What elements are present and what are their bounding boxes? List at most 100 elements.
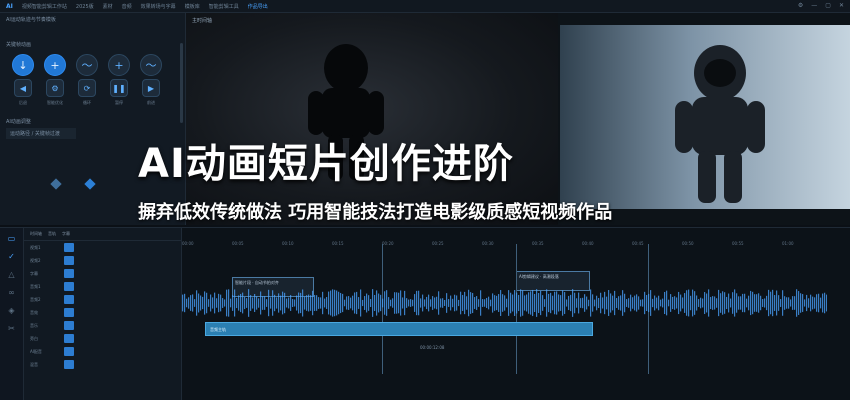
- audio-waveform[interactable]: [182, 285, 827, 321]
- waveform-bar: [336, 290, 338, 316]
- keyframe-marker[interactable]: [50, 178, 62, 190]
- menu-tab-ai-tools[interactable]: 智能剪辑工具: [209, 3, 239, 10]
- track-row[interactable]: 混音: [24, 358, 181, 371]
- waveform-bar: [688, 289, 690, 317]
- waveform-bar: [350, 297, 352, 309]
- track-swatch[interactable]: [64, 347, 74, 356]
- panel-section-title: AI动画调整: [6, 119, 31, 125]
- panel-scrollbar[interactable]: [180, 43, 183, 123]
- rewind-icon[interactable]: ◀: [14, 79, 32, 97]
- waveform-bar: [652, 298, 654, 308]
- plus-icon[interactable]: +: [108, 54, 130, 76]
- cut-icon[interactable]: ✂: [8, 324, 15, 333]
- waveform-bar: [288, 297, 290, 309]
- settings-icon[interactable]: ⚙: [46, 79, 64, 97]
- track-swatch[interactable]: [64, 321, 74, 330]
- forward-icon[interactable]: ▶: [142, 79, 160, 97]
- waveform-bar: [478, 299, 480, 307]
- download-icon[interactable]: ↓: [12, 54, 34, 76]
- plus-icon[interactable]: +: [44, 54, 66, 76]
- triangle-icon[interactable]: △: [8, 270, 14, 279]
- waveform-bar: [588, 299, 590, 307]
- track-swatch[interactable]: [64, 295, 74, 304]
- check-icon[interactable]: ✓: [8, 252, 15, 261]
- track-row[interactable]: 视频1: [24, 241, 181, 254]
- waveform-bar: [732, 292, 734, 314]
- label-pause: 暂停: [115, 100, 123, 105]
- pause-icon[interactable]: ❚❚: [110, 79, 128, 97]
- waveform-bar: [744, 293, 746, 313]
- track-swatch[interactable]: [64, 256, 74, 265]
- pointer-icon[interactable]: ▭: [8, 234, 16, 243]
- menu-tab-audio[interactable]: 音频: [122, 3, 132, 10]
- track-row[interactable]: 字幕: [24, 267, 181, 280]
- waveform-bar: [252, 297, 254, 309]
- waveform-bar: [446, 293, 448, 313]
- track-header-label[interactable]: 音轨: [48, 231, 56, 237]
- waveform-bar: [724, 292, 726, 314]
- track-name: 音效: [30, 309, 38, 315]
- track-name: 混音: [30, 361, 38, 367]
- settings-icon[interactable]: ⚙: [798, 2, 803, 9]
- marker-icon[interactable]: ◈: [8, 306, 14, 315]
- track-row[interactable]: 旁白: [24, 332, 181, 345]
- waveform-bar: [494, 295, 496, 311]
- track-swatch[interactable]: [64, 308, 74, 317]
- waveform-bar: [334, 289, 336, 317]
- waveform-bar: [262, 296, 264, 310]
- maximize-icon[interactable]: ▢: [825, 2, 831, 9]
- motion-dropdown[interactable]: 运动路径 / 关键帧过渡: [6, 128, 76, 139]
- waveform-bar: [410, 299, 412, 307]
- waveform-bar: [370, 299, 372, 307]
- waveform-bar: [382, 298, 384, 308]
- waveform-bar: [326, 297, 328, 309]
- waveform-bar: [606, 296, 608, 310]
- waveform-bar: [820, 297, 822, 309]
- waveform-bar: [258, 298, 260, 308]
- timeline-ruler[interactable]: 00:00 00:05 00:10 00:15 00:20 00:25 00:30 00:35…: [182, 241, 827, 251]
- track-header-label[interactable]: 时间轴: [30, 231, 42, 237]
- menu-tab-export[interactable]: 作品导出: [248, 3, 268, 10]
- waveform-bar: [738, 296, 740, 310]
- waveform-bar: [636, 294, 638, 312]
- waveform-bar: [634, 295, 636, 311]
- loop-icon[interactable]: ⟳: [78, 79, 96, 97]
- track-row[interactable]: 音效: [24, 306, 181, 319]
- waveform-bar: [614, 290, 616, 316]
- waveform-bar: [792, 296, 794, 310]
- waveform-bar: [768, 289, 770, 317]
- app-logo: AI: [6, 2, 13, 10]
- waveform-bar: [232, 295, 234, 311]
- track-header-label[interactable]: 字幕: [62, 231, 70, 237]
- track-row[interactable]: 视频2: [24, 254, 181, 267]
- track-row[interactable]: AI配音: [24, 345, 181, 358]
- menu-tab-assets[interactable]: 素材: [103, 3, 113, 10]
- track-row[interactable]: 音频2: [24, 293, 181, 306]
- waveform-bar: [582, 297, 584, 309]
- track-swatch[interactable]: [64, 243, 74, 252]
- keyframe-marker[interactable]: [84, 178, 96, 190]
- menu-tab-effects[interactable]: 效果转场与字幕: [141, 3, 176, 10]
- track-swatch[interactable]: [64, 282, 74, 291]
- minimize-icon[interactable]: —: [811, 2, 817, 9]
- close-icon[interactable]: ✕: [839, 2, 844, 9]
- waveform-bar: [444, 299, 446, 307]
- track-row[interactable]: 音频1: [24, 280, 181, 293]
- menu-tab-templates[interactable]: 模板库: [185, 3, 200, 10]
- wave-icon[interactable]: 〜: [76, 54, 98, 76]
- link-icon[interactable]: ∞: [8, 288, 15, 297]
- track-row[interactable]: 音乐: [24, 319, 181, 332]
- waveform-bar: [344, 299, 346, 307]
- track-swatch[interactable]: [64, 334, 74, 343]
- waveform-bar: [650, 290, 652, 316]
- waveform-bar: [798, 291, 800, 315]
- waveform-bar: [190, 295, 192, 311]
- waveform-bar: [228, 289, 230, 317]
- track-swatch[interactable]: [64, 269, 74, 278]
- track-swatch[interactable]: [64, 360, 74, 369]
- waveform-bar: [608, 290, 610, 316]
- waveform-bar: [752, 291, 754, 315]
- wave-icon[interactable]: 〜: [140, 54, 162, 76]
- audio-clip[interactable]: 音频主轨: [205, 322, 593, 336]
- waveform-bar: [324, 298, 326, 308]
